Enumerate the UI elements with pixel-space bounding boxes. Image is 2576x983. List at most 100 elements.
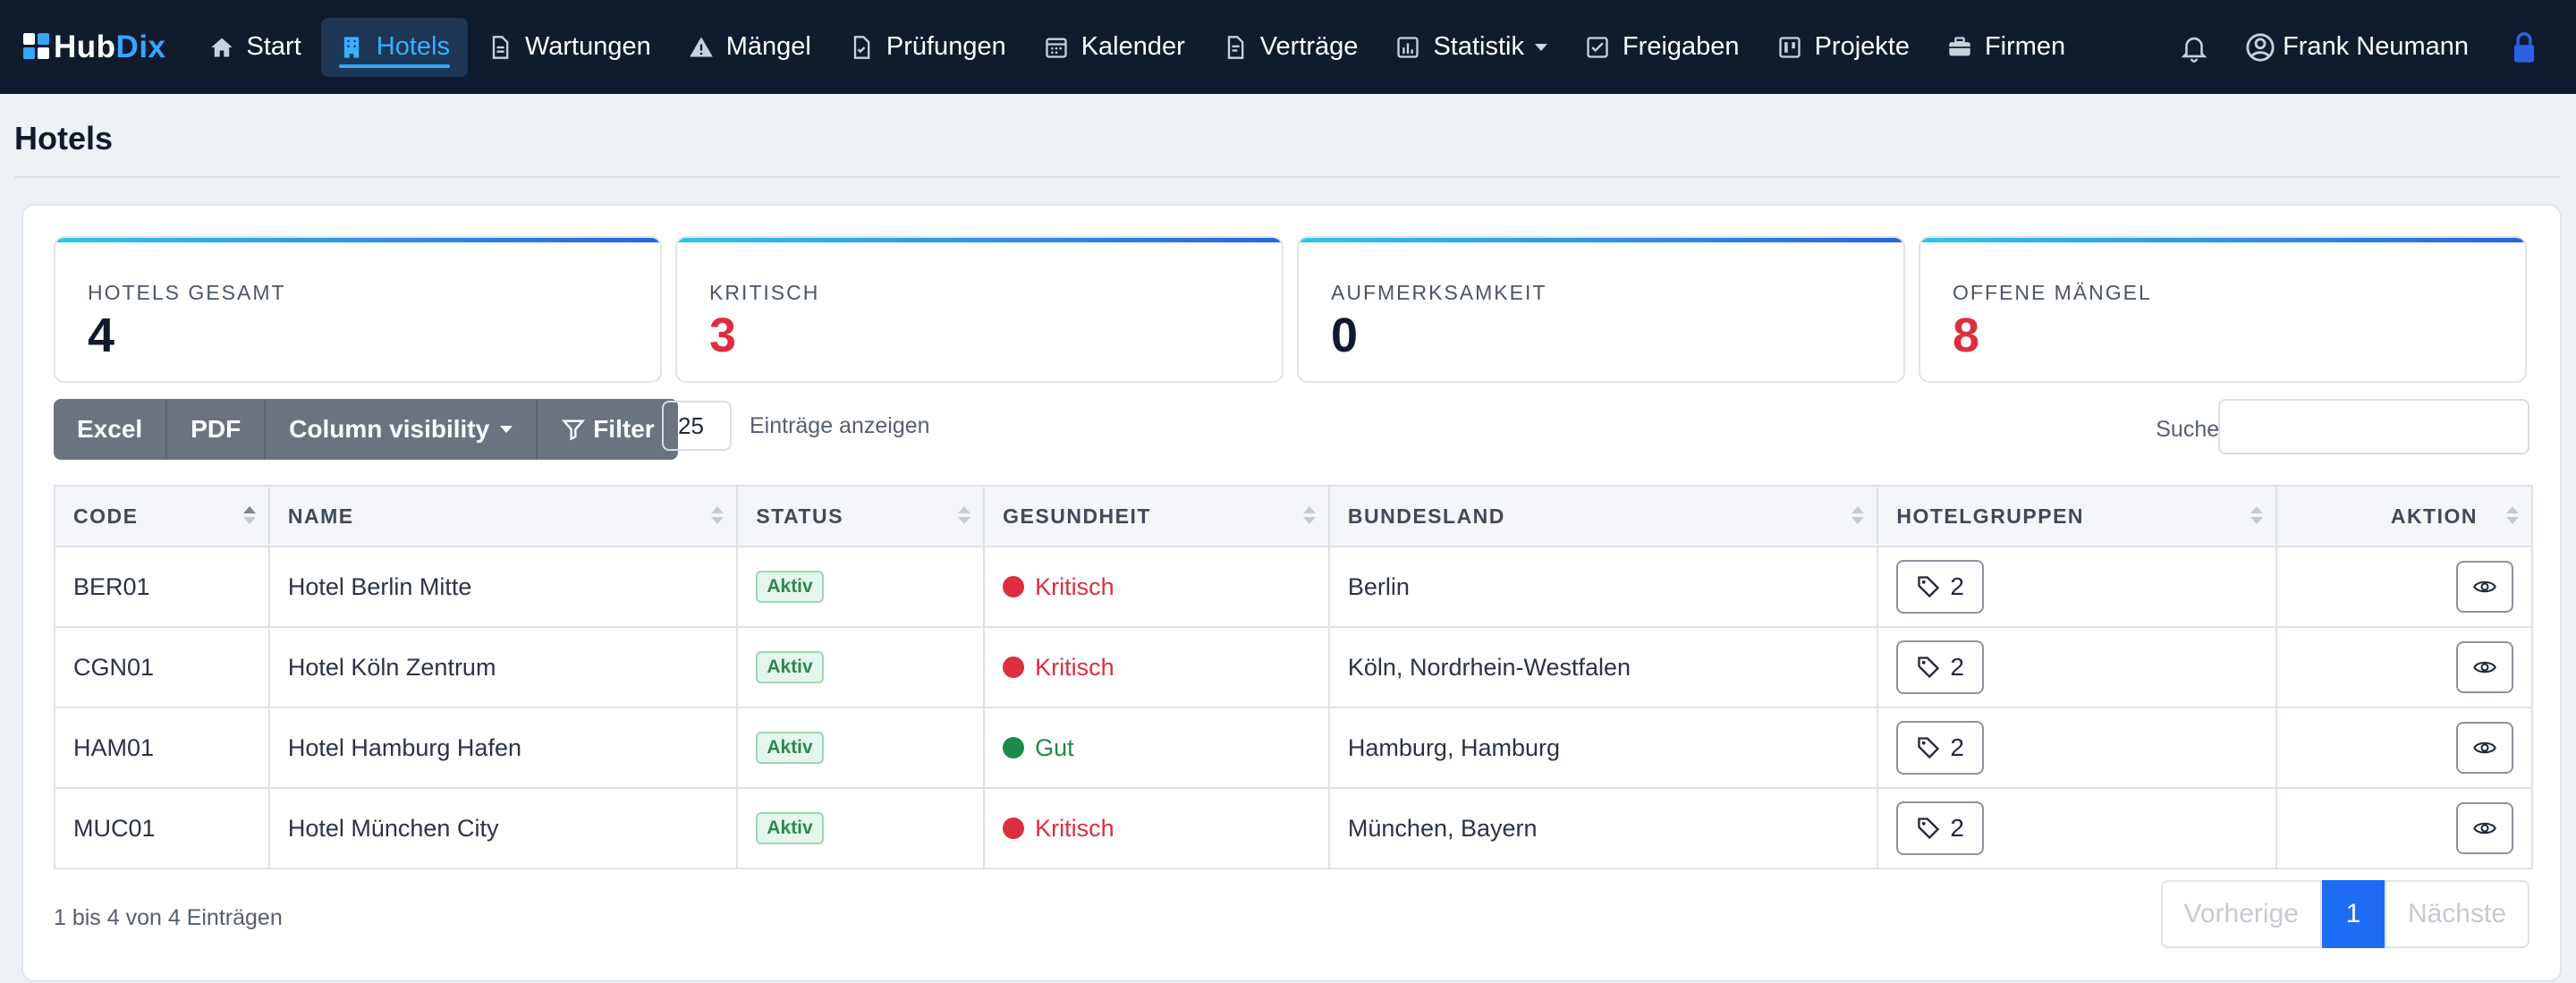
column-header-name[interactable]: NAME — [267, 485, 739, 547]
cell-status: Aktiv — [736, 787, 986, 869]
cell-status: Aktiv — [736, 626, 986, 708]
hotel-groups-button[interactable]: 2 — [1896, 801, 1984, 855]
hotel-groups-button[interactable]: 2 — [1896, 640, 1984, 694]
user-menu[interactable]: Frank Neumann — [2245, 32, 2469, 63]
nav-right: Frank Neumann — [2179, 0, 2576, 94]
cell-status: Aktiv — [736, 546, 986, 628]
page-length-select[interactable]: 25 — [662, 401, 732, 451]
nav-item-kalender[interactable]: Kalender — [1026, 18, 1203, 77]
cell-state: München, Bayern — [1327, 787, 1879, 869]
search-input[interactable] — [2218, 399, 2529, 454]
cell-health: Kritisch — [983, 546, 1330, 628]
cell-code: MUC01 — [54, 787, 270, 869]
view-button[interactable] — [2456, 641, 2513, 693]
warning-icon — [689, 36, 713, 56]
table-row: BER01 Hotel Berlin Mitte Aktiv Kritisch … — [54, 546, 2533, 628]
sort-icon — [2506, 506, 2519, 528]
sort-icon — [1852, 506, 1865, 528]
status-badge: Aktiv — [756, 732, 824, 764]
logo-mark-icon — [23, 32, 52, 62]
column-header-state[interactable]: BUNDESLAND — [1327, 485, 1879, 547]
previous-page-button[interactable]: Vorherige — [2160, 880, 2322, 948]
column-visibility-button[interactable]: Column visibility — [266, 399, 538, 460]
status-badge: Aktiv — [756, 571, 824, 603]
cell-name: Hotel Hamburg Hafen — [267, 707, 739, 789]
health-dot-icon — [1003, 737, 1025, 758]
page-title: Hotels — [14, 120, 114, 157]
cell-code: CGN01 — [54, 626, 270, 708]
hotels-card: HOTELS GESAMT 4 KRITISCH 3 AUFMERKSAMKEI… — [21, 204, 2562, 982]
cell-groups: 2 — [1877, 787, 2278, 869]
nav-item-firmen[interactable]: Firmen — [1929, 18, 2083, 77]
view-button[interactable] — [2456, 802, 2513, 854]
cell-state: Berlin — [1327, 546, 1879, 628]
cell-groups: 2 — [1877, 546, 2278, 628]
cell-name: Hotel Köln Zentrum — [267, 626, 739, 708]
view-button[interactable] — [2456, 561, 2513, 613]
cell-action — [2275, 626, 2533, 708]
bell-icon[interactable] — [2179, 32, 2209, 63]
document-icon — [492, 35, 509, 59]
table-row: MUC01 Hotel München City Aktiv Kritisch … — [54, 787, 2533, 869]
cell-health: Gut — [983, 707, 1330, 789]
stat-hotels-total: HOTELS GESAMT 4 — [54, 236, 662, 383]
column-header-code[interactable]: CODE — [54, 485, 270, 547]
cell-state: Köln, Nordrhein-Westfalen — [1327, 626, 1879, 708]
column-header-hotel-groups[interactable]: HOTELGRUPPEN — [1877, 485, 2278, 547]
stats-row: HOTELS GESAMT 4 KRITISCH 3 AUFMERKSAMKEI… — [54, 236, 2540, 383]
check-square-icon — [1587, 36, 1608, 58]
sort-icon — [711, 506, 724, 528]
nav-item-start[interactable]: Start — [191, 18, 319, 77]
kanban-icon — [1778, 36, 1801, 58]
table-info: 1 bis 4 von 4 Einträgen — [54, 905, 283, 930]
stat-critical: KRITISCH 3 — [675, 236, 1284, 383]
nav-item-wartungen[interactable]: Wartungen — [470, 18, 669, 77]
health-dot-icon — [1003, 657, 1025, 678]
eye-icon — [2473, 741, 2496, 754]
table-row: HAM01 Hotel Hamburg Hafen Aktiv Gut Hamb… — [54, 707, 2533, 789]
nav-item-vertraege[interactable]: Verträge — [1205, 18, 1377, 77]
cell-state: Hamburg, Hamburg — [1327, 707, 1879, 789]
health-dot-icon — [1003, 576, 1025, 597]
cell-status: Aktiv — [736, 707, 986, 789]
page-1-button[interactable]: 1 — [2321, 880, 2385, 948]
stat-attention: AUFMERKSAMKEIT 0 — [1297, 236, 1905, 383]
nav-item-projekte[interactable]: Projekte — [1759, 18, 1928, 77]
view-button[interactable] — [2456, 722, 2513, 774]
column-header-status[interactable]: STATUS — [736, 485, 986, 547]
nav-item-hotels[interactable]: Hotels — [320, 17, 468, 77]
column-header-action[interactable]: AKTION — [2275, 485, 2533, 547]
home-icon — [210, 38, 233, 56]
nav-item-pruefungen[interactable]: Prüfungen — [831, 18, 1024, 77]
nav-item-statistik[interactable]: Statistik — [1377, 18, 1565, 77]
column-header-health[interactable]: GESUNDHEIT — [983, 485, 1330, 547]
tag-icon — [1918, 737, 1940, 759]
brand-logo[interactable]: HubDix — [23, 30, 166, 65]
status-badge: Aktiv — [756, 812, 824, 844]
next-page-button[interactable]: Nächste — [2384, 880, 2529, 948]
cell-health: Kritisch — [983, 626, 1330, 708]
cell-groups: 2 — [1877, 626, 2278, 708]
filter-icon — [562, 419, 586, 441]
hotel-groups-button[interactable]: 2 — [1896, 560, 1984, 614]
excel-button[interactable]: Excel — [54, 399, 168, 460]
hotel-groups-button[interactable]: 2 — [1896, 721, 1984, 775]
tag-icon — [1918, 657, 1940, 679]
cell-groups: 2 — [1877, 707, 2278, 789]
status-badge: Aktiv — [756, 651, 824, 683]
brand-name: HubDix — [54, 29, 166, 64]
tag-icon — [1918, 818, 1940, 840]
export-button-group: Excel PDF Column visibility Filter — [54, 399, 678, 460]
sort-icon — [2250, 506, 2264, 528]
cell-health: Kritisch — [983, 787, 1330, 869]
eye-icon — [2473, 822, 2496, 835]
sort-icon — [958, 506, 971, 528]
filter-button[interactable]: Filter — [538, 399, 678, 460]
lock-icon[interactable] — [2512, 31, 2537, 64]
cell-name: Hotel Berlin Mitte — [267, 546, 739, 628]
nav-item-freigaben[interactable]: Freigaben — [1567, 18, 1758, 77]
nav-item-maengel[interactable]: Mängel — [671, 18, 829, 77]
eye-icon — [2473, 580, 2496, 593]
pdf-button[interactable]: PDF — [167, 399, 267, 460]
file-check-icon — [853, 35, 870, 59]
